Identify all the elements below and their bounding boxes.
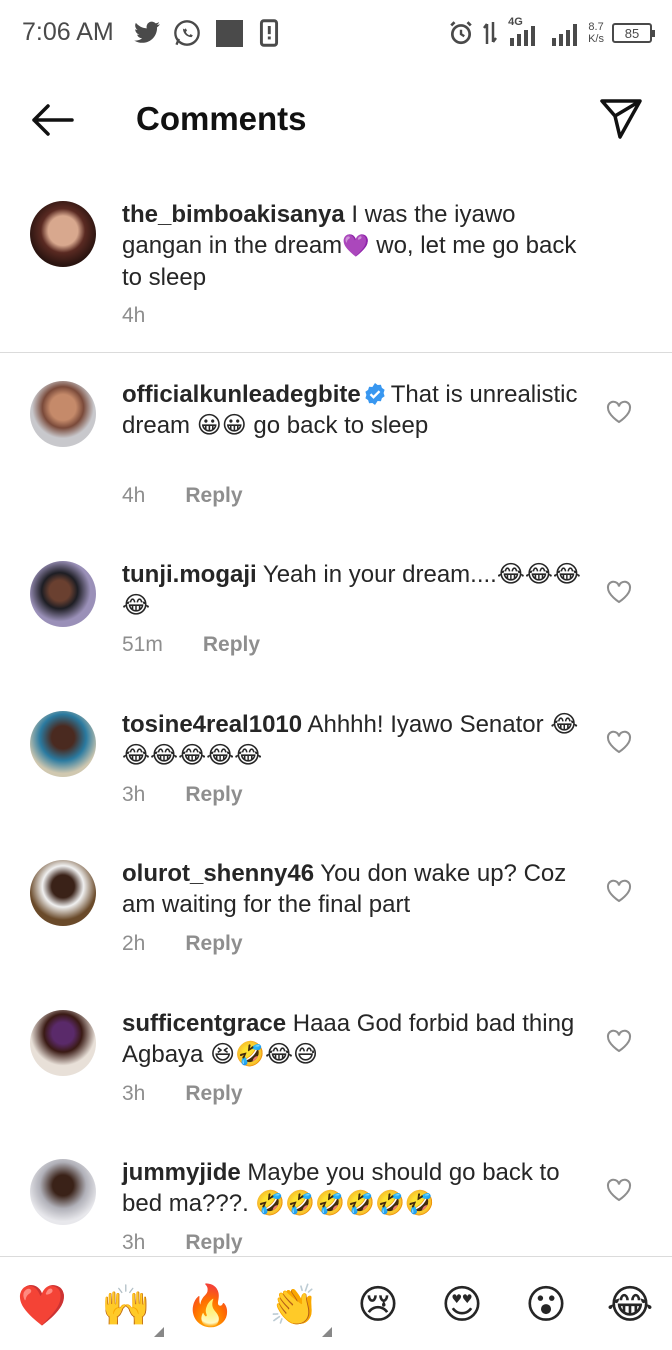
avatar[interactable]: [30, 201, 96, 267]
reply-button[interactable]: Reply: [203, 633, 260, 657]
verified-badge-icon: [365, 383, 385, 405]
comment-time: 3h: [122, 783, 146, 806]
data-transfer-icon: [483, 22, 498, 44]
comment-text: tunji.mogaji Yeah in your dream....😂😂😂😂: [122, 561, 581, 619]
heart-icon[interactable]: [606, 1178, 632, 1202]
avatar[interactable]: [30, 860, 96, 926]
square-icon: [214, 18, 244, 48]
reaction-raising-hands-button[interactable]: 🙌: [98, 1277, 164, 1337]
comment-text: jummyjide Maybe you should go back to be…: [122, 1159, 560, 1217]
status-bar: 7:06 AM 4G 8.7 K/s 85: [0, 0, 672, 70]
network-speed: 8.7 K/s: [588, 21, 604, 45]
signal-icon-2: [552, 24, 578, 46]
battery-icon: 85: [612, 23, 655, 43]
list-item: tunji.mogaji Yeah in your dream....😂😂😂😂 …: [0, 535, 672, 665]
send-icon[interactable]: [598, 96, 644, 142]
reaction-crying-button[interactable]: 😢: [350, 1277, 406, 1333]
comment-meta: 2h Reply: [122, 932, 243, 956]
reply-button[interactable]: Reply: [185, 1231, 242, 1255]
comment-time: 51m: [122, 633, 163, 656]
comment-text: sufficentgrace Haaa God forbid bad thing…: [122, 1010, 575, 1068]
caption-meta: 4h: [122, 304, 145, 328]
comment-time: 3h: [122, 1231, 146, 1254]
caption-text: the_bimboakisanya I was the iyawo gangan…: [122, 201, 577, 291]
comment-meta: 4h Reply: [122, 484, 243, 508]
comment-username[interactable]: jummyjide: [122, 1159, 241, 1186]
avatar[interactable]: [30, 711, 96, 777]
comment-username[interactable]: tosine4real1010: [122, 711, 302, 738]
phone-alert-icon: [256, 18, 282, 48]
avatar[interactable]: [30, 561, 96, 627]
page-title: Comments: [136, 100, 307, 137]
heart-icon[interactable]: [606, 400, 632, 424]
comment-time: 3h: [122, 1082, 146, 1105]
heart-icon[interactable]: [606, 730, 632, 754]
comment-username[interactable]: tunji.mogaji: [122, 561, 257, 588]
reply-button[interactable]: Reply: [185, 484, 242, 508]
back-arrow-icon[interactable]: [28, 98, 76, 142]
comment-time: 4h: [122, 484, 146, 507]
status-time: 7:06 AM: [22, 18, 114, 46]
list-item: tosine4real1010 Ahhhh! Iyawo Senator 😂😂😂…: [0, 685, 672, 815]
comment-username[interactable]: officialkunleadegbite: [122, 381, 361, 408]
status-right: 4G 8.7 K/s 85: [448, 16, 655, 50]
reaction-heart-eyes-button[interactable]: 😍: [434, 1277, 490, 1333]
comment-meta: 3h Reply: [122, 1082, 243, 1106]
list-item: officialkunleadegbite That is unrealistic…: [0, 355, 672, 508]
signal-icon: 4G: [506, 16, 542, 48]
heart-icon[interactable]: [606, 580, 632, 604]
list-item: sufficentgrace Haaa God forbid bad thing…: [0, 984, 672, 1114]
reaction-fire-button[interactable]: 🔥: [182, 1277, 238, 1333]
comment-username[interactable]: olurot_shenny46: [122, 860, 314, 887]
heart-icon[interactable]: [606, 879, 632, 903]
reply-button[interactable]: Reply: [185, 783, 242, 807]
avatar[interactable]: [30, 381, 96, 447]
comment-text: officialkunleadegbite That is unrealistic…: [122, 381, 578, 439]
reply-button[interactable]: Reply: [185, 1082, 242, 1106]
caption-username[interactable]: the_bimboakisanya: [122, 201, 345, 228]
quick-reaction-bar: ❤️ 🙌 🔥 👏 😢 😍 😮 😂: [0, 1256, 672, 1350]
twitter-icon: [132, 18, 162, 48]
reaction-laughing-button[interactable]: 😂: [602, 1277, 658, 1333]
comment-meta: 3h Reply: [122, 1231, 243, 1255]
whatsapp-icon: [172, 18, 202, 48]
list-item: olurot_shenny46 You don wake up? Coz am …: [0, 834, 672, 964]
list-item: jummyjide Maybe you should go back to be…: [0, 1133, 672, 1255]
avatar[interactable]: [30, 1010, 96, 1076]
comment-meta: 3h Reply: [122, 783, 243, 807]
comment-text: olurot_shenny46 You don wake up? Coz am …: [122, 860, 567, 918]
reaction-clapping-button[interactable]: 👏: [266, 1277, 332, 1337]
heart-icon[interactable]: [606, 1029, 632, 1053]
comment-username[interactable]: sufficentgrace: [122, 1010, 286, 1037]
caption: the_bimboakisanya I was the iyawo gangan…: [0, 175, 672, 353]
reaction-heart-button[interactable]: ❤️: [14, 1277, 70, 1333]
comment-time: 2h: [122, 932, 146, 955]
comment-text: tosine4real1010 Ahhhh! Iyawo Senator 😂😂😂…: [122, 711, 579, 769]
reply-button[interactable]: Reply: [185, 932, 242, 956]
caption-time: 4h: [122, 304, 146, 327]
comment-meta: 51m Reply: [122, 633, 260, 657]
alarm-icon: [450, 21, 472, 45]
header: Comments: [0, 80, 672, 160]
reaction-surprised-button[interactable]: 😮: [518, 1277, 574, 1333]
purple-heart-emoji: 💜: [342, 234, 370, 259]
avatar[interactable]: [30, 1159, 96, 1225]
